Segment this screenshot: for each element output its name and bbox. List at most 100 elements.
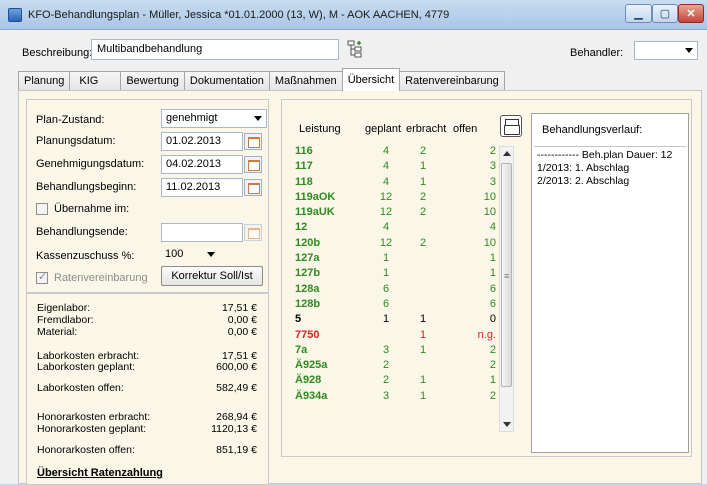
behandlungsbeginn-field[interactable]: 11.02.2013: [161, 178, 243, 197]
table-row[interactable]: 128a 6 6: [285, 282, 498, 297]
table-row[interactable]: 119aUK 12 2 10: [285, 205, 498, 220]
leistungen-table: 116 4 2 2 117 4 1 3 118 4 1 3 119aOK 12 2 10 119aUK 12 2 10…: [285, 144, 498, 432]
erbracht-cell: 1: [419, 175, 427, 188]
behandlungsverlauf-list: ------------ Beh.plan Dauer: 12 1/2013: …: [534, 146, 686, 188]
behandlungsende-label: Behandlungsende:: [36, 226, 128, 238]
table-row[interactable]: 128b 6 6: [285, 297, 498, 312]
beschreibung-input[interactable]: Multibandbehandlung: [91, 39, 339, 60]
tree-structure-icon[interactable]: [347, 40, 363, 58]
table-row[interactable]: Ä925a 2 2: [285, 358, 498, 373]
erbracht-cell: 1: [419, 374, 427, 387]
tab-bewertung[interactable]: Bewertung: [120, 71, 185, 91]
offen-cell: 10: [483, 190, 496, 203]
geplant-cell: 1: [382, 267, 390, 280]
tab-dokumentation[interactable]: Dokumentation: [183, 71, 270, 91]
leistung-cell: Ä928: [295, 374, 322, 387]
korrektur-soll-ist-button[interactable]: Korrektur Soll/Ist: [161, 266, 263, 286]
fremdlabor-label: Fremdlabor:: [37, 314, 94, 326]
plan-zustand-select[interactable]: genehmigt: [161, 109, 267, 128]
uebernahme-checkbox[interactable]: [36, 203, 48, 215]
behandlungsende-field[interactable]: [161, 223, 243, 242]
table-row[interactable]: Ä928 2 1 1: [285, 373, 498, 388]
table-row[interactable]: 7750 1 n.g.: [285, 328, 498, 343]
calendar-icon[interactable]: [244, 156, 262, 173]
tab-planung[interactable]: Planung: [18, 71, 71, 91]
ratenvereinbarung-checkbox: [36, 270, 48, 284]
print-icon[interactable]: [500, 115, 522, 137]
table-row[interactable]: 127b 1 1: [285, 266, 498, 281]
lab-geplant-label: Laborkosten geplant:: [37, 361, 136, 373]
geplant-cell: 4: [382, 175, 390, 188]
scroll-grip-icon: ≡: [504, 271, 510, 281]
table-row[interactable]: 7a 3 1 2: [285, 343, 498, 358]
calendar-icon[interactable]: [244, 133, 262, 150]
table-row[interactable]: 12 4 4: [285, 220, 498, 235]
leistung-cell: 7a: [295, 343, 308, 356]
verlauf-line: ------------ Beh.plan Dauer: 12: [537, 149, 673, 161]
leistung-cell: 7750: [295, 328, 320, 341]
offen-cell: 1: [489, 252, 496, 265]
genehmigungsdatum-label: Genehmigungsdatum:: [36, 158, 145, 170]
minimize-button[interactable]: ▁: [625, 4, 652, 23]
table-row[interactable]: 5 1 1 0: [285, 312, 498, 327]
geplant-cell: 6: [382, 297, 390, 310]
lab-offen-row: Laborkosten offen: 582,49 €: [37, 382, 257, 394]
plan-zustand-value: genehmigt: [166, 112, 218, 124]
behandler-select[interactable]: [634, 41, 698, 60]
offen-cell: 10: [483, 236, 496, 249]
table-row[interactable]: 127a 1 1: [285, 251, 498, 266]
chevron-down-icon: [254, 116, 262, 121]
leistung-cell: 119aOK: [295, 190, 336, 203]
geplant-cell: 2: [382, 359, 390, 372]
beschreibung-label: Beschreibung:: [22, 47, 93, 59]
offen-cell: 2: [489, 359, 496, 372]
cost-section: Eigenlabor: 17,51 € Fremdlabor: 0,00 € Mat…: [26, 293, 269, 485]
erbracht-cell: 2: [419, 145, 427, 157]
scroll-down-icon[interactable]: [503, 422, 511, 427]
kassenzuschuss-select[interactable]: 100: [161, 246, 221, 265]
hon-geplant-label: Honorarkosten geplant:: [37, 423, 147, 435]
uebersicht-panel: Plan-Zustand: genehmigt Planungsdatum: 0…: [18, 90, 702, 485]
leistungen-section: Leistung geplant erbracht offen 116 4 2 2 11…: [281, 99, 692, 457]
uebernahme-label: Übernahme im:: [54, 203, 130, 215]
tab-kig[interactable]: KIG: [69, 71, 122, 91]
eigenlabor-label: Eigenlabor:: [37, 302, 91, 314]
table-row[interactable]: 120b 12 2 10: [285, 236, 498, 251]
planungsdatum-field[interactable]: 01.02.2013: [161, 132, 243, 151]
maximize-button[interactable]: ▢: [652, 4, 678, 23]
tab-ratenvereinbarung[interactable]: Ratenvereinbarung: [399, 71, 505, 91]
tab-uebersicht[interactable]: Übersicht: [341, 68, 401, 91]
app-icon: [8, 8, 22, 22]
scroll-up-icon[interactable]: [503, 151, 511, 156]
genehmigungsdatum-field[interactable]: 04.02.2013: [161, 155, 243, 174]
erbracht-header: erbracht: [406, 123, 447, 135]
leistung-cell: 116: [295, 145, 313, 157]
erbracht-cell: 1: [419, 160, 427, 173]
tab-massnahmen[interactable]: Maßnahmen: [268, 71, 343, 91]
erbracht-cell: 2: [419, 206, 427, 219]
verlauf-line: 1/2013: 1. Abschlag: [537, 162, 630, 174]
uebersicht-ratenzahlung-heading[interactable]: Übersicht Ratenzahlung: [37, 467, 163, 479]
kassenzuschuss-value: 100: [165, 248, 184, 260]
leistungen-scrollbar[interactable]: ≡: [499, 146, 514, 432]
calendar-icon[interactable]: [244, 179, 262, 196]
hon-geplant-value: 1120,13 €: [211, 423, 257, 435]
table-row[interactable]: 116 4 2 2: [285, 144, 498, 159]
erbracht-cell: 1: [419, 343, 427, 356]
fremdlabor-row: Fremdlabor: 0,00 €: [37, 314, 257, 326]
hon-offen-label: Honorarkosten offen:: [37, 444, 135, 456]
table-row[interactable]: 118 4 1 3: [285, 175, 498, 190]
geplant-cell: 3: [382, 389, 390, 402]
chevron-down-icon: [207, 252, 215, 257]
lab-geplant-row: Laborkosten geplant: 600,00 €: [37, 361, 257, 373]
table-row[interactable]: 117 4 1 3: [285, 159, 498, 174]
leistung-cell: Ä925a: [295, 359, 328, 372]
offen-cell: 4: [489, 221, 496, 234]
hon-offen-row: Honorarkosten offen: 851,19 €: [37, 444, 257, 456]
close-button[interactable]: ✕: [678, 4, 704, 23]
lab-offen-label: Laborkosten offen:: [37, 382, 124, 394]
leistung-cell: Ä934a: [295, 389, 328, 402]
erbracht-cell: 2: [419, 236, 427, 249]
table-row[interactable]: 119aOK 12 2 10: [285, 190, 498, 205]
table-row[interactable]: Ä934a 3 1 2: [285, 389, 498, 404]
